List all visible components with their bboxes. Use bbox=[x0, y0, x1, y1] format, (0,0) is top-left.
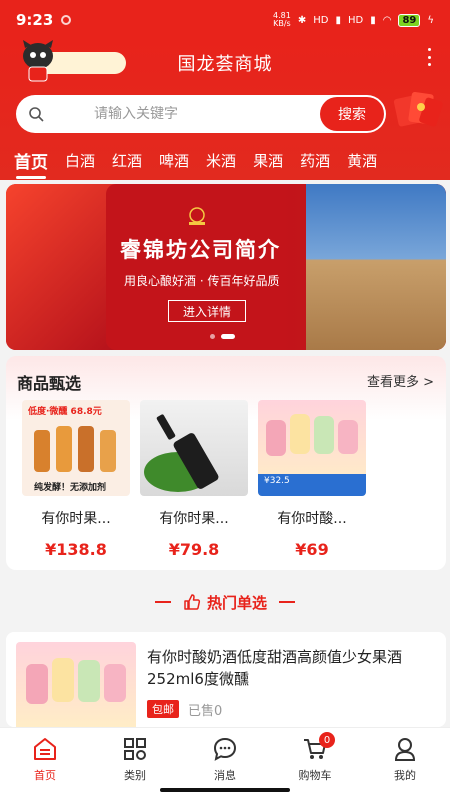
product-price: ¥138.8 bbox=[45, 540, 107, 559]
more-tabs-icon[interactable] bbox=[426, 48, 432, 66]
product-price: ¥79.8 bbox=[168, 540, 220, 559]
banner-card: 睿锦坊公司简介 用良心酿好酒 · 传百年好品质 进入详情 bbox=[106, 184, 446, 350]
profile-icon bbox=[394, 738, 416, 761]
product-card[interactable]: 有你时果... ¥79.8 bbox=[140, 400, 248, 559]
featured-more-link[interactable]: 查看更多 > bbox=[367, 371, 434, 390]
home-icon bbox=[34, 738, 56, 760]
message-icon bbox=[213, 737, 237, 761]
tab-huangjiu[interactable]: 黄酒 bbox=[347, 150, 377, 171]
search-icon bbox=[29, 107, 44, 122]
tab-pijiu[interactable]: 啤酒 bbox=[159, 150, 189, 171]
bottles-illustration bbox=[26, 658, 126, 704]
divider bbox=[154, 601, 171, 603]
product-image[interactable]: 低度·微醺 68.8元 纯发酵！无添加剂 bbox=[22, 400, 130, 496]
free-shipping-badge: 包邮 bbox=[147, 700, 179, 718]
bluetooth-icon: ✱ bbox=[297, 14, 307, 26]
sold-count: 已售0 bbox=[188, 704, 223, 719]
status-time: 9:23 bbox=[16, 11, 54, 29]
nav-profile[interactable]: 我的 bbox=[360, 728, 450, 800]
category-tabs: 首页 白酒 红酒 啤酒 米酒 果酒 药酒 黄酒 bbox=[0, 142, 450, 179]
banner-dot[interactable] bbox=[210, 334, 215, 339]
tab-mijiu[interactable]: 米酒 bbox=[206, 150, 236, 171]
nav-label: 类别 bbox=[124, 769, 146, 782]
nav-label: 消息 bbox=[214, 769, 236, 782]
home-indicator[interactable] bbox=[160, 788, 290, 792]
notification-icon bbox=[61, 15, 72, 25]
charging-icon: ϟ bbox=[427, 14, 434, 26]
red-packet-icon[interactable] bbox=[392, 87, 444, 129]
hot-picks-title: 热门单选 bbox=[206, 593, 267, 612]
tab-home[interactable]: 首页 bbox=[14, 148, 48, 179]
hot-picks-heading: 热门单选 bbox=[0, 590, 450, 614]
promo-banner[interactable]: 睿锦坊公司简介 用良心酿好酒 · 传百年好品质 进入详情 bbox=[6, 184, 446, 350]
signal-hd-2: HD bbox=[347, 14, 364, 26]
company-emblem-icon bbox=[189, 207, 205, 225]
status-icons: 4.81 KB/s ✱ HD ▮ HD ▮ ◠ 89 ϟ bbox=[273, 12, 434, 28]
tab-yaojiu[interactable]: 药酒 bbox=[300, 150, 330, 171]
banner-dot-active[interactable] bbox=[221, 334, 235, 339]
nav-label: 首页 bbox=[34, 769, 56, 782]
product-image-price: ¥32.5 bbox=[264, 476, 290, 486]
signal-icon: ▮ bbox=[335, 14, 341, 26]
product-name: 有你时酸... bbox=[277, 511, 347, 527]
bottles-illustration bbox=[34, 426, 116, 472]
featured-section: 商品甄选 查看更多 > 低度·微醺 68.8元 纯发酵！无添加剂 有你时果...… bbox=[6, 356, 446, 570]
product-image[interactable]: ¥32.5 bbox=[258, 400, 366, 496]
bottle-illustration bbox=[144, 414, 219, 492]
search-input[interactable] bbox=[94, 106, 320, 122]
divider bbox=[279, 601, 295, 603]
product-price: ¥69 bbox=[295, 540, 329, 559]
product-card[interactable]: 低度·微醺 68.8元 纯发酵！无添加剂 有你时果... ¥138.8 bbox=[22, 400, 130, 559]
product-name: 有你时果... bbox=[41, 511, 111, 527]
search-bar[interactable]: 搜索 bbox=[16, 95, 386, 133]
list-item-image[interactable] bbox=[16, 642, 136, 727]
banner-left-image bbox=[6, 184, 116, 350]
status-bar: 9:23 4.81 KB/s ✱ HD ▮ HD ▮ ◠ 89 ϟ bbox=[0, 0, 450, 40]
nav-home[interactable]: 首页 bbox=[0, 728, 90, 800]
banner-pagination bbox=[210, 334, 235, 339]
tab-hongjiu[interactable]: 红酒 bbox=[112, 150, 142, 171]
category-icon bbox=[124, 738, 146, 760]
banner-subtitle: 用良心酿好酒 · 传百年好品质 bbox=[124, 274, 280, 288]
nav-label: 我的 bbox=[394, 769, 416, 782]
product-image-subtext: 纯发酵！无添加剂 bbox=[34, 483, 107, 493]
product-card[interactable]: ¥32.5 有你时酸... ¥69 bbox=[258, 400, 366, 559]
banner-detail-button[interactable]: 进入详情 bbox=[168, 300, 246, 322]
banner-title: 睿锦坊公司简介 bbox=[120, 238, 281, 262]
thumbs-up-icon bbox=[184, 594, 201, 610]
signal-hd-1: HD bbox=[313, 14, 329, 26]
cart-badge: 0 bbox=[319, 732, 335, 748]
battery-indicator: 89 bbox=[398, 13, 421, 27]
list-item[interactable]: 有你时酸奶酒低度甜酒高颜值少女果酒252ml6度微醺 包邮 已售0 bbox=[6, 632, 446, 727]
header: 国龙荟商城 搜索 首页 白酒 红酒 啤酒 米酒 果酒 药酒 黄酒 bbox=[0, 40, 450, 180]
tab-guojiu[interactable]: 果酒 bbox=[253, 150, 283, 171]
signal-icon: ▮ bbox=[370, 14, 376, 26]
list-item-title: 有你时酸奶酒低度甜酒高颜值少女果酒252ml6度微醺 bbox=[147, 648, 403, 688]
product-name: 有你时果... bbox=[159, 511, 229, 527]
nav-label: 购物车 bbox=[298, 769, 332, 782]
product-image[interactable] bbox=[140, 400, 248, 496]
search-button[interactable]: 搜索 bbox=[320, 97, 384, 131]
app-title: 国龙荟商城 bbox=[177, 54, 273, 75]
wifi-icon: ◠ bbox=[382, 14, 392, 26]
net-speed: 4.81 KB/s bbox=[273, 11, 291, 28]
tab-baijiu[interactable]: 白酒 bbox=[65, 150, 95, 171]
featured-title: 商品甄选 bbox=[17, 374, 82, 393]
banner-building-image bbox=[306, 184, 446, 350]
